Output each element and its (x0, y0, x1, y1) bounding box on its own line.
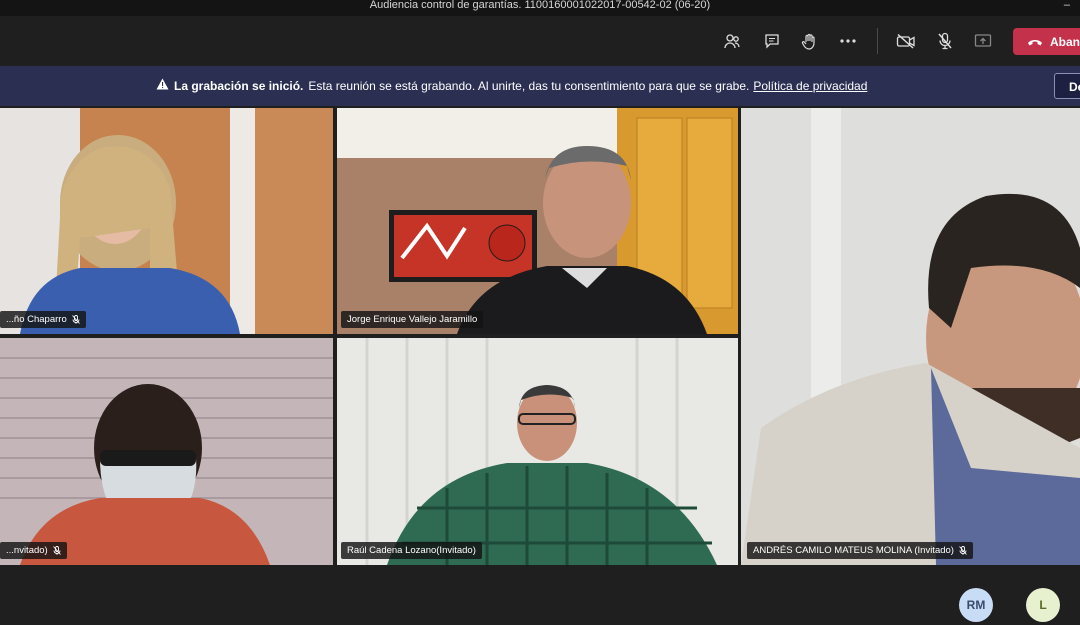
video-tile[interactable]: ANDRÉS CAMILO MATEUS MOLINA (Invitado) (741, 108, 1080, 565)
participant-video (741, 108, 1080, 565)
video-tile[interactable]: ...nvitado) (0, 338, 333, 565)
participant-video (0, 338, 333, 565)
participant-avatar[interactable]: RM (959, 588, 993, 622)
video-tile[interactable]: Raúl Cadena Lozano(Invitado) (337, 338, 738, 565)
minimize-button[interactable]: – (1064, 0, 1070, 11)
raise-hand-icon[interactable] (796, 30, 822, 52)
participant-name-tag: Raúl Cadena Lozano(Invitado) (341, 542, 482, 559)
participant-video (0, 108, 333, 334)
camera-off-icon[interactable] (893, 30, 919, 52)
phone-hangup-icon (1028, 40, 1042, 46)
window-title-bar: Audiencia control de garantías. 11001600… (0, 0, 1080, 16)
participant-video (337, 338, 738, 565)
video-tile[interactable]: Jorge Enrique Vallejo Jaramillo (337, 108, 738, 334)
participant-name-tag: ANDRÉS CAMILO MATEUS MOLINA (Invitado) (747, 542, 973, 559)
participant-name-tag: Jorge Enrique Vallejo Jaramillo (341, 311, 484, 328)
chat-icon[interactable] (759, 30, 785, 52)
warning-icon (156, 78, 169, 90)
participant-video (337, 108, 738, 334)
privacy-policy-link[interactable]: Política de privacidad (753, 79, 867, 93)
participant-avatar[interactable]: L (1026, 588, 1060, 622)
mic-muted-icon (71, 315, 80, 324)
more-options-icon[interactable] (835, 30, 861, 52)
leave-button[interactable]: Aban (1013, 28, 1080, 55)
toolbar-separator (877, 28, 878, 54)
recording-banner: La grabación se inició. Esta reunión se e… (0, 66, 1080, 106)
window-title: Audiencia control de garantías. 11001600… (369, 0, 711, 11)
mic-off-icon[interactable] (932, 30, 958, 52)
banner-message: Esta reunión se está grabando. Al unirte… (308, 79, 750, 93)
participant-name-tag: ...ño Chaparro (0, 311, 86, 328)
banner-text: La grabación se inició. Esta reunión se e… (174, 79, 867, 93)
video-tile[interactable]: ...ño Chaparro (0, 108, 333, 334)
participants-icon[interactable] (719, 30, 745, 52)
banner-dismiss-button[interactable]: De (1054, 73, 1080, 99)
participant-name-tag: ...nvitado) (0, 542, 67, 559)
meeting-toolbar: Aban (0, 16, 1080, 66)
leave-button-label: Aban (1050, 34, 1080, 49)
share-screen-icon[interactable] (970, 30, 996, 52)
mic-muted-icon (959, 546, 967, 555)
banner-title: La grabación se inició. (174, 79, 304, 93)
mic-muted-icon (52, 546, 61, 555)
